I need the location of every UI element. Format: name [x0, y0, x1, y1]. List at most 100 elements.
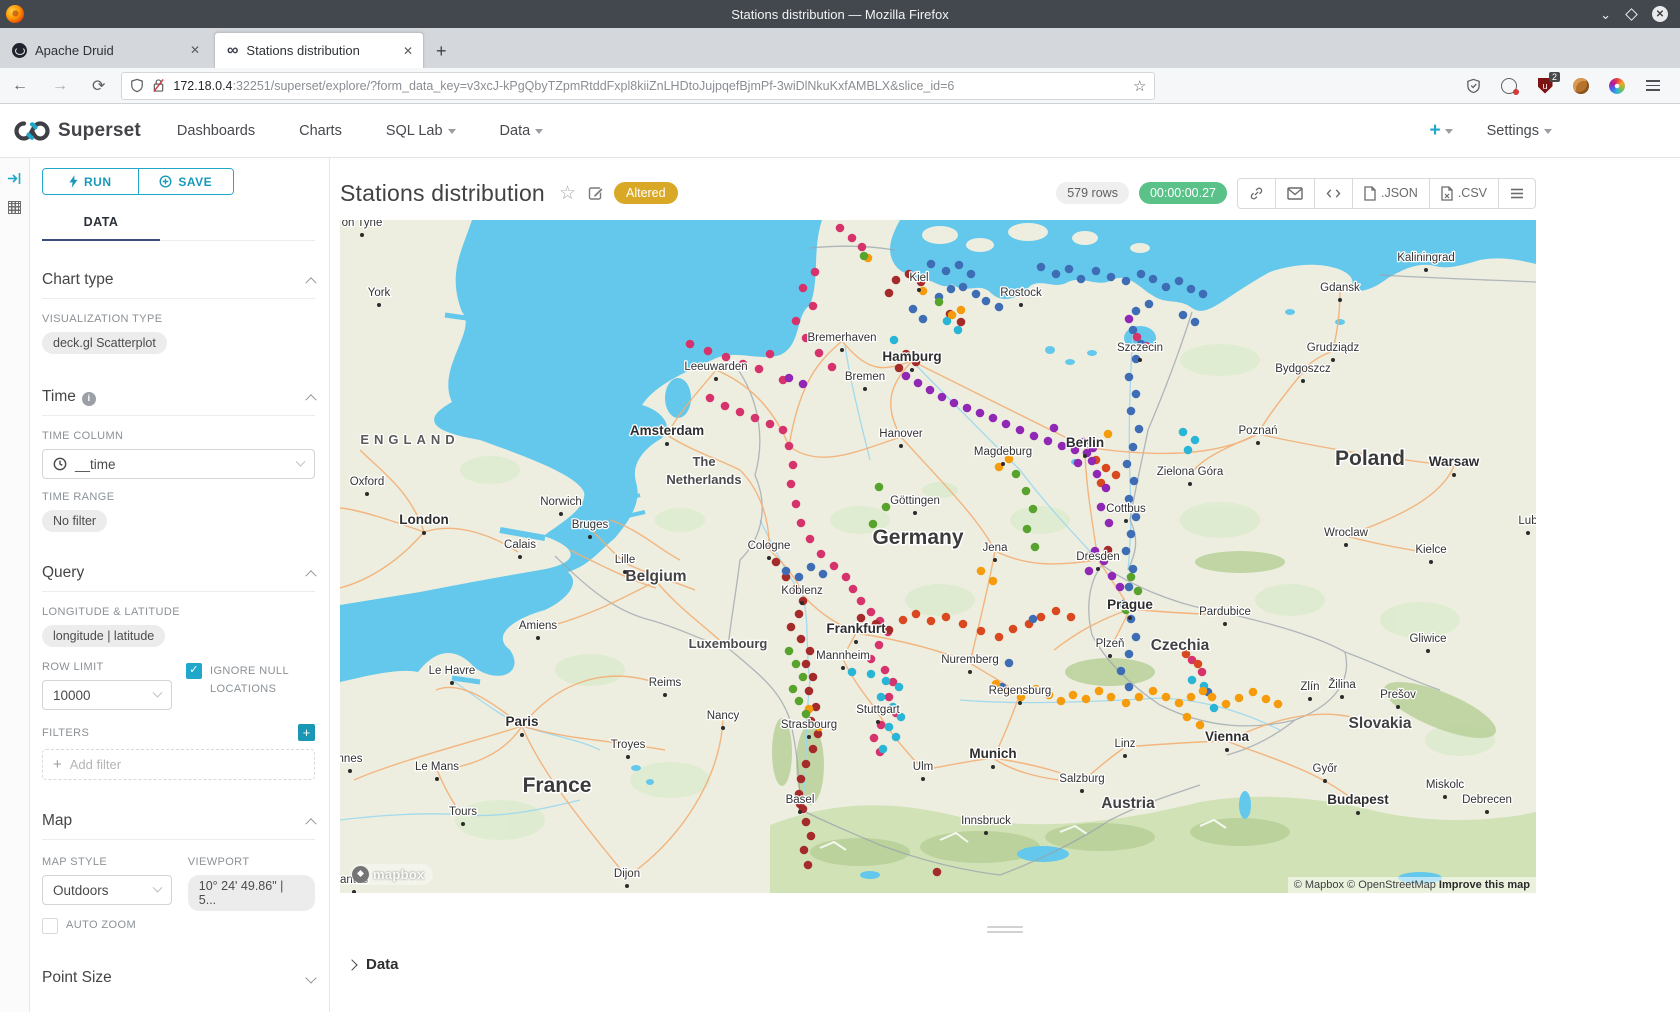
station-point[interactable] — [804, 861, 813, 870]
nav-sql-lab[interactable]: SQL Lab — [386, 123, 456, 139]
station-point[interactable] — [1175, 699, 1184, 708]
station-point[interactable] — [809, 302, 818, 311]
ublock-icon[interactable]: u 2 — [1536, 77, 1554, 95]
station-point[interactable] — [890, 336, 899, 345]
station-point[interactable] — [885, 723, 894, 732]
section-query[interactable]: Query — [42, 564, 315, 582]
station-point[interactable] — [1104, 430, 1113, 439]
station-point[interactable] — [789, 461, 798, 470]
station-point[interactable] — [1088, 457, 1097, 466]
tab-data[interactable]: DATA — [42, 211, 160, 241]
section-time[interactable]: Timei — [42, 388, 315, 406]
station-point[interactable] — [1016, 426, 1025, 435]
station-point[interactable] — [787, 480, 796, 489]
color-wheel-extension-icon[interactable] — [1608, 77, 1626, 95]
station-point[interactable] — [1129, 326, 1138, 335]
station-point[interactable] — [848, 668, 857, 677]
station-point[interactable] — [1137, 270, 1146, 279]
embed-code-button[interactable] — [1314, 179, 1352, 208]
station-point[interactable] — [1135, 693, 1144, 702]
station-point[interactable] — [802, 660, 811, 669]
map-style-select[interactable]: Outdoors — [42, 875, 172, 905]
station-point[interactable] — [882, 677, 891, 686]
station-point[interactable] — [1077, 275, 1086, 284]
favorite-star-icon[interactable]: ☆ — [559, 182, 576, 205]
station-point[interactable] — [817, 550, 826, 559]
reload-icon[interactable]: ⟳ — [80, 76, 117, 96]
station-point[interactable] — [892, 276, 901, 285]
tab-stations-distribution[interactable]: ∞ Stations distribution ✕ — [214, 32, 424, 68]
time-column-select[interactable]: __time — [42, 449, 315, 479]
station-point[interactable] — [1179, 311, 1188, 320]
station-point[interactable] — [1009, 625, 1018, 634]
superset-brand[interactable]: Superset — [14, 119, 141, 143]
station-point[interactable] — [807, 832, 816, 841]
station-point[interactable] — [772, 558, 781, 567]
nav-charts[interactable]: Charts — [299, 123, 342, 139]
viz-type-value[interactable]: deck.gl Scatterplot — [42, 332, 167, 354]
station-point[interactable] — [1135, 425, 1144, 434]
station-point[interactable] — [1074, 459, 1083, 468]
station-point[interactable] — [842, 573, 851, 582]
station-point[interactable] — [1107, 273, 1116, 282]
station-point[interactable] — [1057, 697, 1066, 706]
station-point[interactable] — [1052, 270, 1061, 279]
station-point[interactable] — [1122, 699, 1131, 708]
station-point[interactable] — [1122, 547, 1131, 556]
station-point[interactable] — [1127, 530, 1136, 539]
station-point[interactable] — [942, 267, 951, 276]
station-point[interactable] — [1191, 318, 1200, 327]
station-point[interactable] — [1210, 704, 1219, 713]
station-point[interactable] — [1198, 668, 1207, 677]
station-point[interactable] — [967, 270, 976, 279]
station-point[interactable] — [1130, 477, 1139, 486]
station-point[interactable] — [722, 353, 731, 362]
station-point[interactable] — [938, 393, 947, 402]
containers-mask-icon[interactable] — [1500, 77, 1518, 95]
station-point[interactable] — [797, 775, 806, 784]
station-point[interactable] — [1208, 693, 1217, 702]
station-point[interactable] — [789, 685, 798, 694]
station-point[interactable] — [802, 710, 811, 719]
station-point[interactable] — [957, 318, 966, 327]
station-point[interactable] — [782, 567, 791, 576]
pocket-shield-icon[interactable] — [1464, 77, 1482, 95]
add-filter-plus-button[interactable]: + — [298, 724, 315, 741]
station-point[interactable] — [860, 252, 869, 261]
station-point[interactable] — [1112, 471, 1121, 480]
tab-close-icon[interactable]: ✕ — [190, 43, 200, 57]
new-item-button[interactable]: + — [1429, 120, 1452, 142]
station-point[interactable] — [1012, 470, 1021, 479]
station-point[interactable] — [935, 298, 944, 307]
station-point[interactable] — [912, 610, 921, 619]
station-point[interactable] — [704, 347, 713, 356]
station-point[interactable] — [1125, 650, 1134, 659]
station-point[interactable] — [1149, 275, 1158, 284]
settings-menu[interactable]: Settings — [1487, 123, 1552, 139]
station-point[interactable] — [1029, 505, 1038, 514]
viewport-value[interactable]: 10° 24' 49.86" | 5... — [188, 875, 315, 911]
station-point[interactable] — [950, 399, 959, 408]
station-point[interactable] — [1116, 583, 1125, 592]
station-point[interactable] — [1031, 543, 1040, 552]
export-json-button[interactable]: .JSON — [1352, 179, 1429, 208]
station-point[interactable] — [806, 647, 815, 656]
station-point[interactable] — [895, 364, 904, 373]
edit-properties-icon[interactable] — [588, 185, 604, 201]
station-point[interactable] — [802, 818, 811, 827]
station-point[interactable] — [1107, 693, 1116, 702]
station-point[interactable] — [848, 234, 857, 243]
station-point[interactable] — [1102, 464, 1111, 473]
station-point[interactable] — [1105, 519, 1114, 528]
station-point[interactable] — [792, 660, 801, 669]
station-point[interactable] — [1093, 470, 1102, 479]
station-point[interactable] — [1187, 285, 1196, 294]
dataset-grid-icon[interactable] — [8, 201, 21, 214]
station-point[interactable] — [1005, 659, 1014, 668]
station-point[interactable] — [954, 326, 963, 335]
station-point[interactable] — [795, 697, 804, 706]
station-point[interactable] — [1029, 615, 1038, 624]
station-point[interactable] — [1191, 436, 1200, 445]
station-point[interactable] — [976, 409, 985, 418]
station-point[interactable] — [1134, 587, 1143, 596]
